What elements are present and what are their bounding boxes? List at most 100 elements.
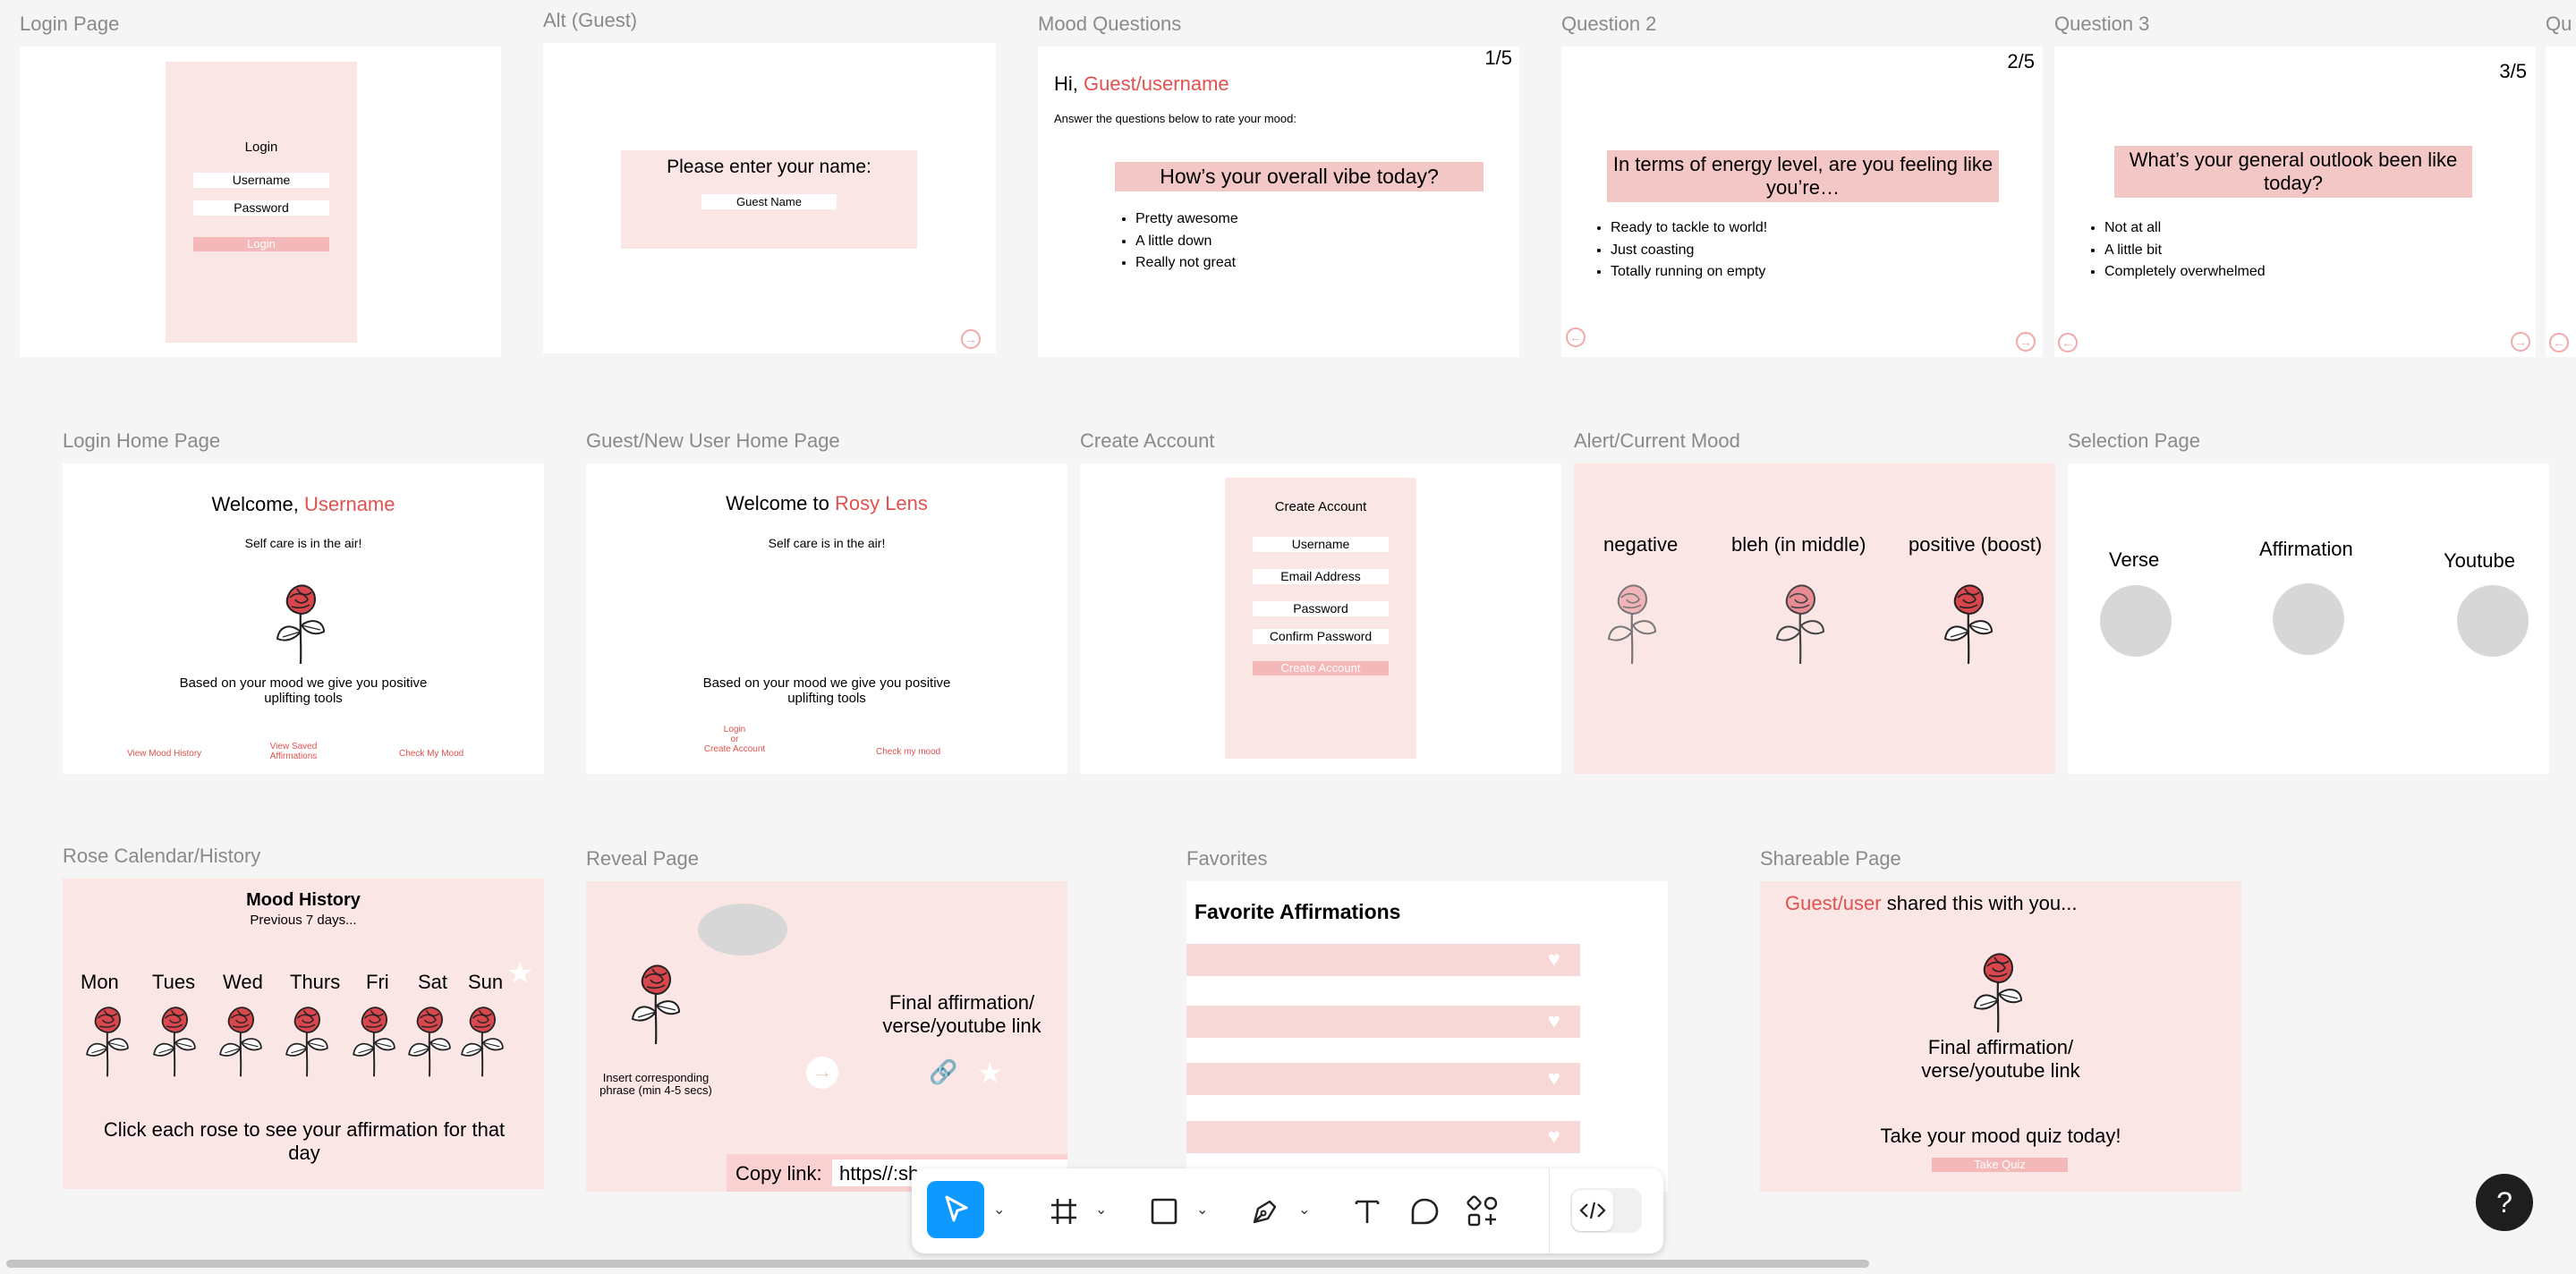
frame-label-create-account[interactable]: Create Account (1080, 429, 1214, 453)
heart-icon[interactable]: ♥ (1548, 1068, 1560, 1090)
rose-icon[interactable] (348, 999, 400, 1078)
frame-reveal-page[interactable]: Insert corresponding phrase (min 4-5 sec… (586, 881, 1067, 1192)
shape-tool-button[interactable] (1137, 1168, 1191, 1253)
check-my-mood-link[interactable]: Check My Mood (399, 749, 463, 759)
star-icon[interactable]: ★ (506, 956, 533, 991)
favorite-row[interactable]: ♥ (1186, 944, 1580, 976)
pen-tool-button[interactable] (1238, 1168, 1292, 1253)
frame-label-mood-questions[interactable]: Mood Questions (1038, 13, 1181, 36)
rose-icon[interactable] (281, 999, 333, 1078)
answer-option[interactable]: Ready to tackle to world! (1611, 217, 1767, 240)
email-field[interactable]: Email Address (1253, 569, 1389, 584)
frame-label-alert[interactable]: Alert/Current Mood (1574, 429, 1740, 453)
frame-login-home[interactable]: Welcome, Username Self care is in the ai… (63, 463, 544, 774)
chevron-down-icon[interactable]: ⌄ (1095, 1201, 1107, 1219)
answer-option[interactable]: Completely overwhelmed (2104, 261, 2266, 284)
view-saved-affirmations-link[interactable]: View Saved Affirmations (262, 742, 325, 761)
next-arrow-icon[interactable]: → (2016, 332, 2036, 352)
next-arrow-icon[interactable]: → (2511, 332, 2530, 352)
frame-label-selection[interactable]: Selection Page (2068, 429, 2200, 453)
favorite-row[interactable]: ♥ (1186, 1121, 1580, 1153)
back-arrow-icon[interactable]: ← (2058, 333, 2078, 352)
youtube-option-button[interactable] (2457, 585, 2529, 657)
frame-alt-guest[interactable]: Please enter your name: Guest Name → (543, 43, 996, 353)
answer-option[interactable]: A little down (1135, 231, 1238, 253)
frame-tool-button[interactable] (1037, 1168, 1091, 1253)
login-or-create-links[interactable]: Login or Create Account (699, 725, 770, 754)
guest-name-field[interactable]: Guest Name (701, 194, 837, 209)
create-account-link[interactable]: Create Account (699, 744, 770, 754)
frame-question-3[interactable]: 3/5 What’s your general outlook been lik… (2054, 47, 2536, 357)
frame-label-login[interactable]: Login Page (20, 13, 119, 36)
frame-guest-home[interactable]: Welcome to Rosy Lens Self care is in the… (586, 463, 1067, 774)
back-arrow-icon[interactable]: ← (1566, 327, 1586, 347)
pale-rose-icon[interactable] (1603, 576, 1662, 666)
frame-login-page[interactable]: Login Username Password Login (20, 47, 501, 357)
frame-label-calendar[interactable]: Rose Calendar/History (63, 845, 260, 868)
frame-question-4-partial[interactable]: ← (2546, 47, 2576, 357)
frame-label-guest-home[interactable]: Guest/New User Home Page (586, 429, 840, 453)
frame-label-q2[interactable]: Question 2 (1561, 13, 1656, 36)
back-arrow-icon[interactable]: ← (2549, 333, 2569, 352)
verse-option-button[interactable] (2100, 585, 2172, 657)
link-icon[interactable]: 🔗 (929, 1058, 957, 1086)
username-field[interactable]: Username (1253, 537, 1389, 552)
answer-option[interactable]: Really not great (1135, 252, 1238, 275)
favorite-row[interactable]: ♥ (1186, 1063, 1580, 1095)
frame-label-favorites[interactable]: Favorites (1186, 847, 1267, 871)
chevron-down-icon[interactable]: ⌄ (993, 1201, 1005, 1219)
favorite-row[interactable]: ♥ (1186, 1006, 1580, 1038)
affirmation-option-button[interactable] (2273, 583, 2344, 655)
frame-label-q3[interactable]: Question 3 (2054, 13, 2149, 36)
confirm-password-field[interactable]: Confirm Password (1253, 629, 1389, 644)
answer-option[interactable]: Totally running on empty (1611, 261, 1767, 284)
rose-icon[interactable] (215, 999, 267, 1078)
take-quiz-button[interactable]: Take Quiz (1932, 1158, 2068, 1172)
check-my-mood-link[interactable]: Check my mood (876, 747, 940, 757)
login-link[interactable]: Login (699, 725, 770, 735)
password-field[interactable]: Password (193, 200, 329, 216)
answer-option[interactable]: Not at all (2104, 217, 2266, 240)
answer-option[interactable]: Just coasting (1611, 240, 1767, 262)
chevron-down-icon[interactable]: ⌄ (1196, 1201, 1208, 1219)
frame-label-q4[interactable]: Qu (2546, 13, 2572, 36)
help-button[interactable]: ? (2476, 1174, 2533, 1231)
dev-mode-toggle[interactable] (1570, 1188, 1642, 1233)
frame-shareable-page[interactable]: Guest/user shared this with you... Final… (1760, 881, 2241, 1192)
frame-label-alt[interactable]: Alt (Guest) (543, 9, 637, 32)
answer-option[interactable]: A little bit (2104, 240, 2266, 262)
rose-icon[interactable] (1939, 576, 1998, 666)
text-tool-button[interactable] (1340, 1168, 1394, 1253)
frame-rose-calendar[interactable]: Mood History Previous 7 days... Mon Tues… (63, 879, 544, 1189)
mid-rose-icon[interactable] (1771, 576, 1830, 666)
frame-alert-current-mood[interactable]: negative bleh (in middle) positive (boos… (1574, 463, 2055, 774)
username-field[interactable]: Username (193, 173, 329, 188)
view-mood-history-link[interactable]: View Mood History (127, 749, 201, 759)
frame-mood-questions[interactable]: 1/5 Hi, Guest/username Answer the questi… (1038, 47, 1519, 357)
answer-option[interactable]: Pretty awesome (1135, 208, 1238, 231)
comment-tool-button[interactable] (1398, 1168, 1451, 1253)
frame-question-2[interactable]: 2/5 In terms of energy level, are you fe… (1561, 47, 2043, 357)
frame-create-account[interactable]: Create Account Username Email Address Pa… (1080, 463, 1561, 774)
rose-icon[interactable] (404, 999, 455, 1078)
move-tool-button[interactable] (927, 1181, 984, 1238)
heart-icon[interactable]: ♥ (1548, 1011, 1560, 1032)
login-button[interactable]: Login (193, 237, 329, 251)
create-account-button[interactable]: Create Account (1253, 661, 1389, 675)
password-field[interactable]: Password (1253, 601, 1389, 616)
next-arrow-icon[interactable]: → (961, 329, 981, 349)
frame-favorites[interactable]: Favorite Affirmations ♥ ♥ ♥ ♥ (1186, 881, 1668, 1192)
frame-label-reveal[interactable]: Reveal Page (586, 847, 699, 871)
star-icon[interactable]: ★ (977, 1056, 1003, 1090)
horizontal-scrollbar[interactable] (6, 1260, 1869, 1268)
heart-icon[interactable]: ♥ (1548, 1126, 1560, 1148)
frame-label-shareable[interactable]: Shareable Page (1760, 847, 1901, 871)
rose-icon[interactable] (456, 999, 508, 1078)
heart-icon[interactable]: ♥ (1548, 949, 1560, 971)
rose-icon[interactable] (81, 999, 133, 1078)
frame-selection-page[interactable]: Verse Affirmation Youtube (2068, 463, 2549, 774)
chevron-down-icon[interactable]: ⌄ (1298, 1201, 1310, 1219)
rose-icon[interactable] (149, 999, 200, 1078)
next-arrow-icon[interactable]: → (806, 1057, 838, 1089)
frame-label-login-home[interactable]: Login Home Page (63, 429, 220, 453)
